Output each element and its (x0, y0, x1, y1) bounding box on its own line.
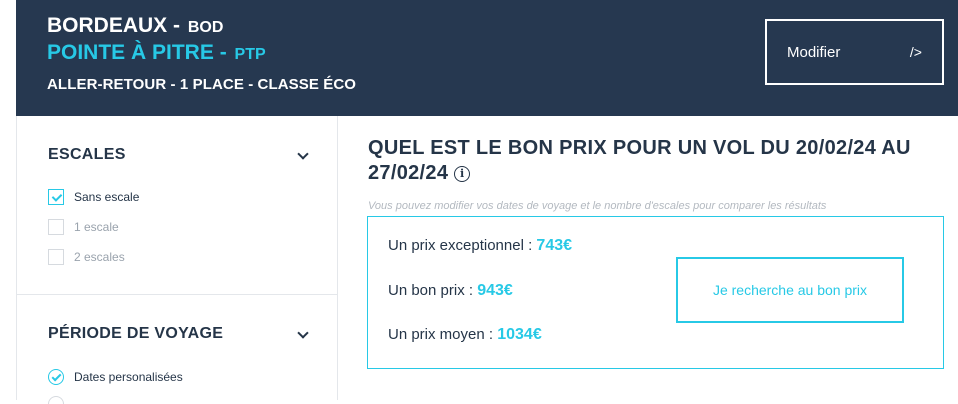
stops-option-nonstop[interactable]: Sans escale (48, 189, 139, 205)
checkbox-icon[interactable] (48, 249, 64, 265)
period-filter-title[interactable]: PÉRIODE DE VOYAGE (48, 325, 223, 343)
price-label: Un prix exceptionnel : (388, 237, 533, 254)
price-summary-box: Un prix exceptionnel : 743€ Un bon prix … (367, 216, 944, 369)
period-option-custom-dates[interactable]: Dates personalisées (48, 369, 183, 385)
origin-line: BORDEAUX - BOD (47, 14, 223, 38)
chevron-down-icon[interactable] (297, 327, 309, 339)
modify-search-button[interactable]: Modifier /> (765, 19, 944, 85)
stops-option-label: 2 escales (74, 250, 125, 264)
stops-option-label: 1 escale (74, 220, 119, 234)
arrow-right-icon: /> (909, 44, 922, 60)
period-option-label: Dates personalisées (74, 370, 183, 384)
section-divider (17, 294, 337, 295)
destination-city: POINTE À PITRE (47, 41, 214, 64)
helper-note: Vous pouvez modifier vos dates de voyage… (368, 200, 827, 212)
price-value: 743€ (536, 237, 573, 254)
radio-checked-icon[interactable] (48, 369, 64, 385)
origin-separator: - (173, 14, 181, 37)
stops-option-two-stops[interactable]: 2 escales (48, 249, 125, 265)
price-value: 943€ (477, 282, 513, 299)
price-row-exceptional: Un prix exceptionnel : 743€ (388, 237, 572, 255)
trip-summary: ALLER-RETOUR - 1 PLACE - CLASSE ÉCO (47, 76, 357, 93)
stops-option-label: Sans escale (74, 190, 140, 204)
price-row-good: Un bon prix : 943€ (388, 282, 513, 300)
destination-line: POINTE À PITRE - PTP (47, 41, 266, 65)
search-good-price-button[interactable]: Je recherche au bon prix (676, 257, 904, 323)
origin-city: BORDEAUX (47, 14, 168, 37)
filters-sidebar: ESCALES Sans escale 1 escale 2 escales P… (16, 116, 338, 404)
destination-code: PTP (234, 46, 266, 63)
price-row-average: Un prix moyen : 1034€ (388, 326, 542, 344)
price-label: Un prix moyen : (388, 326, 494, 343)
checkbox-icon[interactable] (48, 219, 64, 235)
chevron-down-icon[interactable] (297, 148, 309, 160)
page-title-text: QUEL EST LE BON PRIX POUR UN VOL DU 20/0… (368, 137, 911, 184)
search-summary-header: BORDEAUX - BOD POINTE À PITRE - PTP ALLE… (16, 0, 958, 116)
destination-separator: - (219, 41, 227, 64)
radio-icon[interactable] (48, 396, 64, 404)
price-value: 1034€ (497, 326, 542, 343)
checkbox-checked-icon[interactable] (48, 189, 64, 205)
origin-code: BOD (187, 19, 224, 36)
page-title: QUEL EST LE BON PRIX POUR UN VOL DU 20/0… (368, 136, 948, 186)
info-icon[interactable]: i (454, 166, 471, 182)
modify-button-label: Modifier (787, 44, 841, 61)
stops-option-one-stop[interactable]: 1 escale (48, 219, 119, 235)
stops-filter-title[interactable]: ESCALES (48, 146, 126, 164)
price-label: Un bon prix : (388, 282, 474, 299)
